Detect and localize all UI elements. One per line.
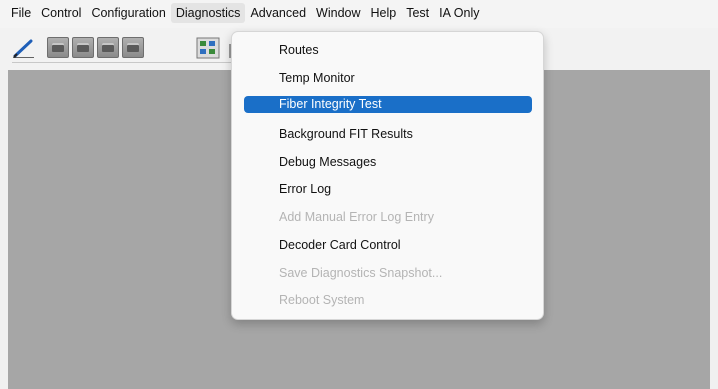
menu-item-save-diagnostics-snapshot: Save Diagnostics Snapshot... [279, 266, 443, 280]
menu-file[interactable]: File [6, 3, 36, 23]
toolbar-divider [12, 62, 247, 63]
device-icon[interactable] [97, 37, 119, 58]
menu-item-add-manual-error-log-entry: Add Manual Error Log Entry [279, 210, 434, 224]
menu-configuration[interactable]: Configuration [86, 3, 170, 23]
menu-advanced[interactable]: Advanced [245, 3, 311, 23]
device-icon[interactable] [47, 37, 69, 58]
diagnostics-dropdown-menu: Routes Temp Monitor Fiber Integrity Test… [231, 31, 544, 320]
menu-item-decoder-card-control[interactable]: Decoder Card Control [244, 235, 532, 255]
device-icon[interactable] [72, 37, 94, 58]
menu-ia-only[interactable]: IA Only [434, 3, 484, 23]
menu-item-background-fit-results[interactable]: Background FIT Results [244, 124, 532, 144]
menu-item-debug-messages[interactable]: Debug Messages [244, 152, 532, 172]
menu-item-temp-monitor[interactable]: Temp Monitor [244, 68, 532, 88]
menu-item-fiber-integrity-test[interactable]: Fiber Integrity Test [244, 96, 532, 113]
menu-bar: File Control Configuration Diagnostics A… [0, 0, 718, 28]
menu-test[interactable]: Test [401, 3, 434, 23]
menu-item-reboot-system: Reboot System [279, 293, 365, 307]
menu-item-routes[interactable]: Routes [244, 40, 532, 60]
device-icon[interactable] [122, 37, 144, 58]
menu-window[interactable]: Window [311, 3, 365, 23]
pencil-icon[interactable] [12, 38, 36, 59]
menu-control[interactable]: Control [36, 3, 86, 23]
menu-help[interactable]: Help [366, 3, 402, 23]
menu-diagnostics[interactable]: Diagnostics [170, 3, 246, 23]
menu-item-error-log[interactable]: Error Log [244, 179, 532, 199]
network-grid-icon[interactable] [196, 37, 220, 59]
